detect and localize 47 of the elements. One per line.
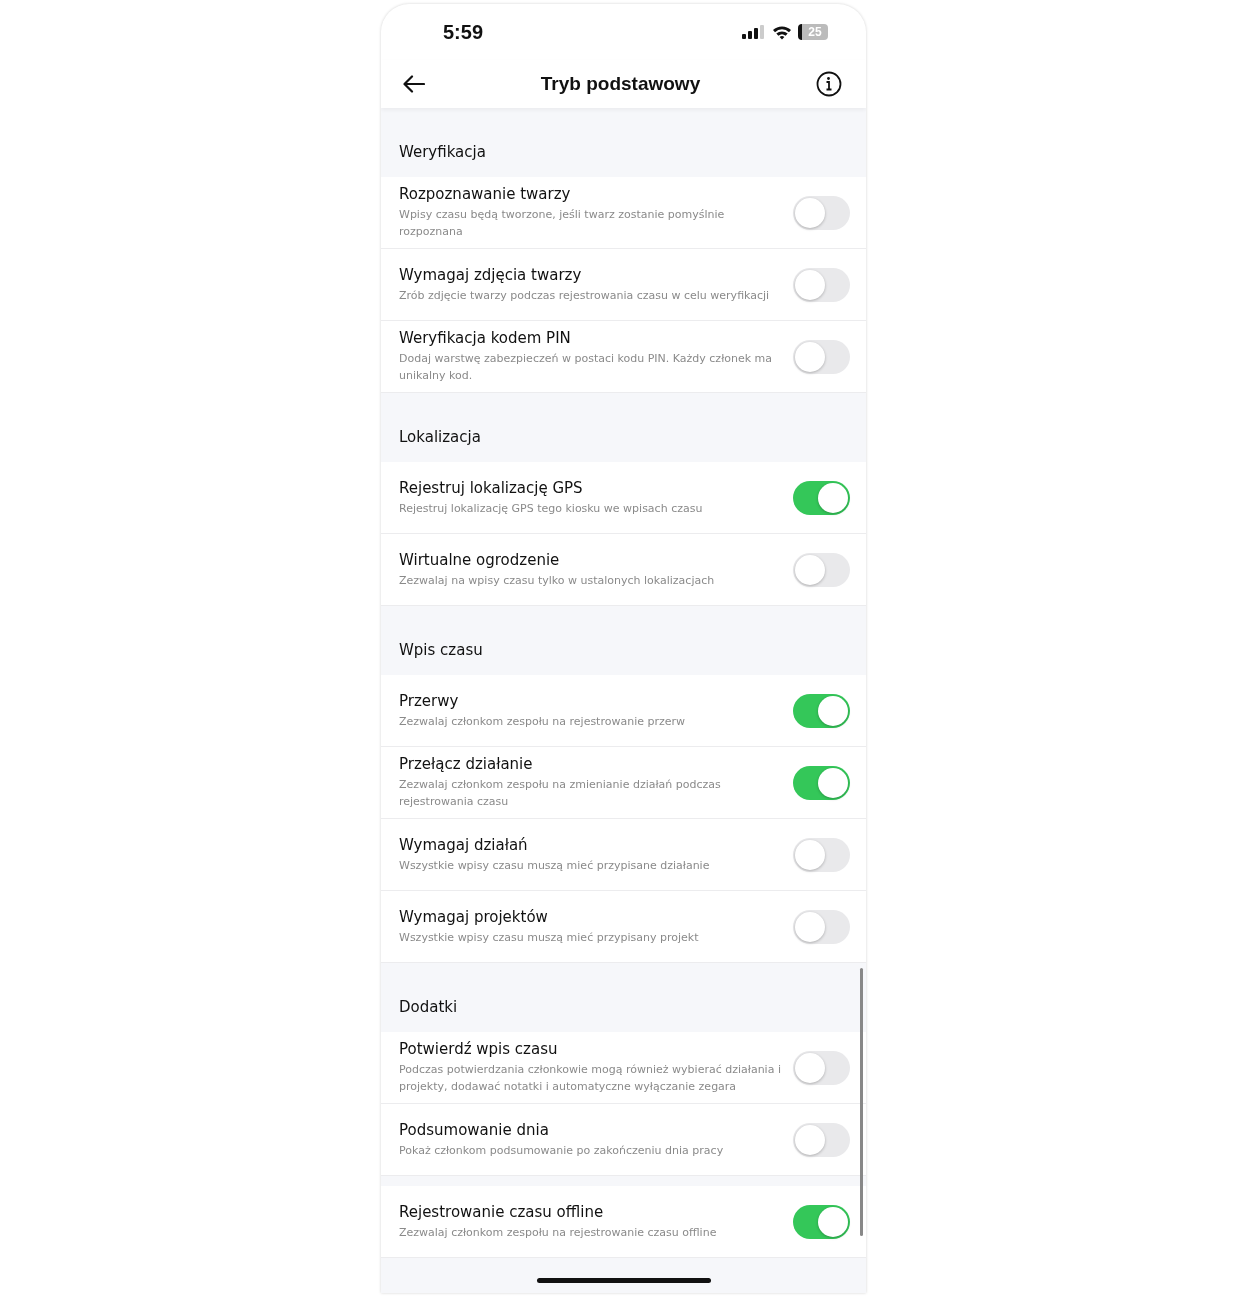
toggle-switch[interactable] (793, 1204, 850, 1239)
battery-level: 25 (808, 25, 822, 39)
section-title: Weryfikacja (399, 143, 486, 161)
section-title: Wpis czasu (399, 641, 483, 659)
toggle-switch[interactable] (793, 339, 850, 374)
toggle-switch[interactable] (793, 552, 850, 587)
setting-description: Dodaj warstwę zabezpieczeń w postaci kodu PIN. Każdy członek ma unikalny kod. (399, 351, 774, 384)
setting-title: Weryfikacja kodem PIN (399, 329, 572, 347)
toggle-switch[interactable] (793, 909, 850, 944)
setting-description: Wszystkie wpisy czasu muszą mieć przypisany projekt (399, 929, 700, 946)
screen-title: Tryb podstawowy (540, 73, 701, 95)
toggle-switch[interactable] (793, 267, 850, 302)
setting-description: Zrób zdjęcie twarzy podczas rejestrowania czasu w celu weryfikacji (399, 287, 771, 304)
setting-title: Wymagaj zdjęcia twarzy (399, 265, 583, 284)
setting-description: Zezwalaj członkom zespołu na rejestrowanie przerw (399, 713, 687, 730)
info-icon[interactable] (816, 71, 842, 97)
toggle-switch[interactable] (793, 1050, 850, 1085)
section-title: Dodatki (399, 998, 458, 1016)
setting-description: Wszystkie wpisy czasu muszą mieć przypisane działanie (399, 857, 711, 874)
setting-title: Rejestrowanie czasu offline (399, 1202, 605, 1221)
toggle-switch[interactable] (793, 693, 850, 728)
toggle-switch[interactable] (793, 837, 850, 872)
setting-description: Zezwalaj członkom zespołu na zmienianie działań podczas rejestrowania czasu (399, 777, 722, 810)
signal-icon (742, 25, 766, 39)
setting-description: Podczas potwierdzania członkowie mogą również wybierać działania i projekty, dodawać notatki i automatyczne wyłączanie zegara (399, 1062, 782, 1095)
section-title: Lokalizacja (399, 428, 481, 446)
toggle-switch[interactable] (793, 1122, 850, 1157)
setting-title: Rozpoznawanie twarzy (399, 185, 572, 203)
setting-description: Zezwalaj na wpisy czasu tylko w ustalonych lokalizacjach (399, 572, 716, 589)
setting-description: Wpisy czasu będą tworzone, jeśli twarz zostanie pomyślnie rozpoznana (399, 207, 726, 240)
setting-title: Rejestruj lokalizację GPS (399, 478, 584, 497)
setting-title: Przełącz działanie (399, 755, 534, 773)
setting-description: Rejestruj lokalizację GPS tego kiosku we wpisach czasu (399, 500, 704, 517)
setting-description: Zezwalaj członkom zespołu na rejestrowanie czasu offline (399, 1224, 718, 1241)
setting-title: Potwierdź wpis czasu (399, 1040, 559, 1058)
toggle-switch[interactable] (793, 765, 850, 800)
setting-title: Wymagaj działań (399, 835, 529, 854)
setting-title: Podsumowanie dnia (399, 1120, 550, 1139)
setting-title: Wirtualne ogrodzenie (399, 550, 561, 569)
back-arrow-icon[interactable] (403, 75, 425, 93)
status-time: 5:59 (443, 20, 484, 44)
setting-title: Wymagaj projektów (399, 907, 549, 926)
toggle-switch[interactable] (793, 195, 850, 230)
setting-title: Przerwy (399, 691, 460, 710)
wifi-icon (772, 24, 792, 40)
toggle-switch[interactable] (793, 480, 850, 515)
setting-description: Pokaż członkom podsumowanie po zakończeniu dnia pracy (399, 1142, 725, 1159)
